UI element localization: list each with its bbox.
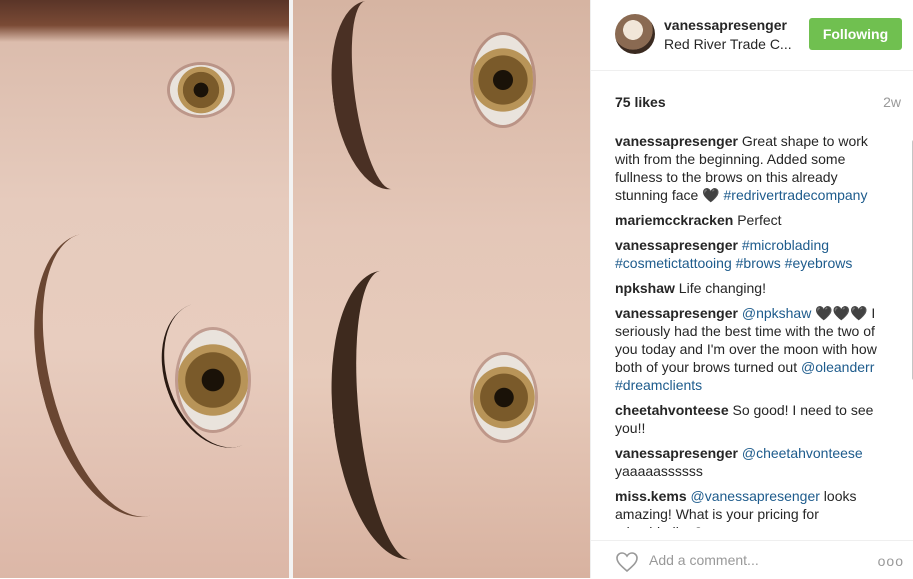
comment-text: Perfect [733, 212, 782, 228]
comment-item: mariemcckracken Perfect [615, 211, 885, 229]
post-photo[interactable] [0, 0, 590, 578]
comment-username[interactable]: npkshaw [615, 280, 675, 296]
eye-top-left [170, 65, 232, 115]
hair [0, 0, 289, 42]
comment-item: npkshaw Life changing! [615, 279, 885, 297]
comment-text: yaaaaassssss [615, 463, 703, 479]
hashtag-link[interactable]: #dreamclients [615, 377, 702, 393]
comments-list: vanessapresenger Great shape to work wit… [615, 132, 885, 528]
post-header: vanessapresenger Red River Trade C... Fo… [591, 0, 913, 71]
comment-item: vanessapresenger #microblading #cosmetic… [615, 236, 885, 272]
hashtag-link[interactable]: #microblading [742, 237, 829, 253]
comment-username[interactable]: vanessapresenger [615, 237, 738, 253]
mention-link[interactable]: @npkshaw [742, 305, 811, 321]
eye-bottom-right [473, 355, 535, 440]
comment-username[interactable]: vanessapresenger [615, 445, 738, 461]
comment-bar: Add a comment... ooo [591, 540, 913, 579]
comment-username[interactable]: mariemcckracken [615, 212, 733, 228]
following-button[interactable]: Following [809, 18, 902, 50]
comment-item: vanessapresenger Great shape to work wit… [615, 132, 885, 204]
mention-link[interactable]: @oleanderr [801, 359, 874, 375]
brow-bottom-right [318, 264, 474, 566]
avatar[interactable] [615, 14, 655, 54]
post-location[interactable]: Red River Trade C... [664, 36, 794, 52]
comment-text: Life changing! [674, 280, 766, 296]
brow-top-right [320, 0, 438, 196]
hashtag-link[interactable]: #cosmetictattooing [615, 255, 732, 271]
comment-item: cheetahvonteese So good! I need to see y… [615, 401, 885, 437]
hashtag-link[interactable]: #eyebrows [785, 255, 853, 271]
comment-item: vanessapresenger @cheetahvonteese yaaaaa… [615, 444, 885, 480]
post-age[interactable]: 2w [883, 94, 901, 110]
post-sidebar: vanessapresenger Red River Trade C... Fo… [590, 0, 913, 578]
comment-username[interactable]: vanessapresenger [615, 305, 738, 321]
mention-link[interactable]: @vanessapresenger [691, 488, 820, 504]
comment-input[interactable]: Add a comment... [649, 552, 849, 568]
comment-username[interactable]: cheetahvonteese [615, 402, 729, 418]
eye-top-right [473, 35, 533, 125]
comment-username[interactable]: miss.kems [615, 488, 687, 504]
comment-item: miss.kems @vanessapresenger looks amazin… [615, 487, 885, 528]
after-image [293, 0, 590, 578]
heart-icon[interactable] [615, 551, 639, 573]
more-options-icon[interactable]: ooo [878, 553, 904, 569]
mention-link[interactable]: @cheetahvonteese [742, 445, 863, 461]
hashtag-link[interactable]: #redrivertradecompany [724, 187, 868, 203]
author-username[interactable]: vanessapresenger [664, 17, 787, 33]
hashtag-link[interactable]: #brows [736, 255, 781, 271]
comment-item: vanessapresenger @npkshaw 🖤🖤🖤 I seriousl… [615, 304, 885, 394]
likes-count[interactable]: 75 likes [615, 94, 666, 110]
before-image [0, 0, 289, 578]
comment-username[interactable]: vanessapresenger [615, 133, 738, 149]
